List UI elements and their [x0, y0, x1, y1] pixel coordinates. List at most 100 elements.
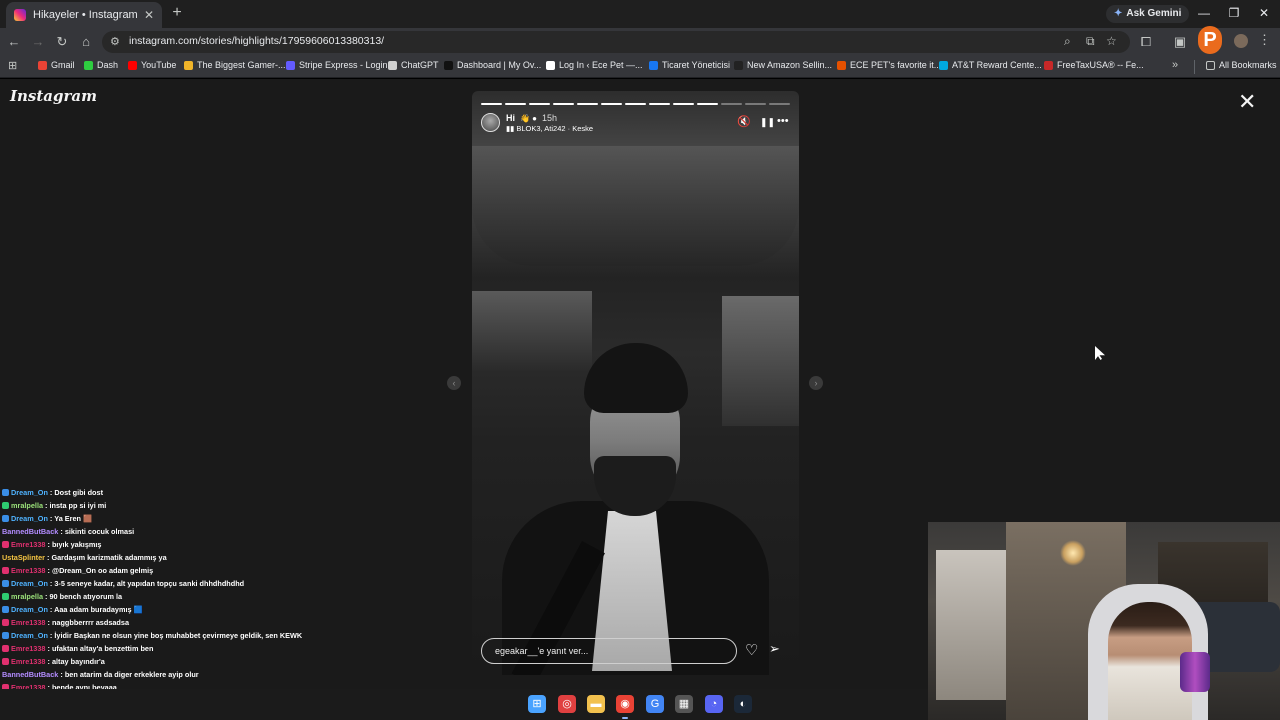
bookmark-item[interactable]: Ticaret Yöneticisi	[649, 60, 730, 70]
file-explorer-icon[interactable]: ▬	[587, 695, 605, 713]
progress-segment	[505, 103, 526, 105]
chat-message: Dream_On: İyidir Başkan ne olsun yine bo…	[2, 629, 422, 642]
app-icon-2[interactable]: ▦	[675, 695, 693, 713]
chat-text: : ben atarim da diger erkeklere ayip olu…	[60, 670, 199, 679]
story-username[interactable]: Hi	[506, 113, 515, 123]
chrome-icon[interactable]: ◉	[616, 695, 634, 719]
chat-text: : Aaa adam buradaymış 🟦	[49, 605, 143, 614]
progress-segment	[577, 103, 598, 105]
reload-icon[interactable]: ↻	[52, 32, 72, 52]
bookmark-item[interactable]: Dash	[84, 60, 118, 70]
discord-icon[interactable]: ◔	[705, 695, 723, 713]
bookmark-item[interactable]: Stripe Express - Login	[286, 60, 388, 70]
story-timestamp: 15h	[542, 113, 558, 123]
chat-username: Dream_On	[11, 605, 48, 614]
more-bookmarks-icon[interactable]: »	[1172, 59, 1178, 71]
like-heart-icon[interactable]: ♡	[745, 641, 758, 659]
bookmark-item[interactable]: The Biggest Gamer-...	[184, 60, 286, 70]
next-story-button[interactable]: ›	[809, 376, 823, 390]
more-options-icon[interactable]: •••	[777, 115, 789, 127]
home-icon[interactable]: ⌂	[76, 32, 96, 52]
bookmark-item[interactable]: Log In ‹ Ece Pet —...	[546, 60, 643, 70]
bookmark-label: Stripe Express - Login	[299, 60, 388, 70]
bookmark-favicon-icon	[734, 60, 743, 70]
chat-badge-icon	[2, 541, 9, 548]
chat-message: Emre1338: ufaktan altay'a benzettim ben	[2, 642, 422, 655]
chat-message: UstaSplinter: Gardaşım karizmatik adammı…	[2, 551, 422, 564]
bookmark-item[interactable]: YouTube	[128, 60, 176, 70]
bookmark-item[interactable]: Dashboard | My Ov...	[444, 60, 541, 70]
chat-username: mralpella	[11, 592, 44, 601]
zoom-icon[interactable]: ⌕	[1064, 34, 1071, 49]
minimize-button[interactable]: —	[1194, 4, 1214, 22]
bookmark-star-icon[interactable]: ☆	[1106, 34, 1117, 48]
story-user-avatar[interactable]	[481, 113, 500, 132]
bookmark-item[interactable]: FreeTaxUSA® -- Fe...	[1044, 60, 1144, 70]
maximize-button[interactable]: ❐	[1224, 4, 1244, 22]
bookmark-favicon-icon	[286, 60, 295, 70]
bookmark-item[interactable]: Gmail	[38, 60, 75, 70]
story-reply-input[interactable]: egeakar__'e yanıt ver...	[481, 638, 737, 664]
bookmark-label: Dash	[97, 60, 119, 70]
apps-grid-icon[interactable]: ⊞	[8, 59, 17, 72]
bookmark-item[interactable]: New Amazon Sellin...	[734, 60, 832, 70]
tab-instagram[interactable]: Hikayeler • Instagram ✕	[6, 2, 162, 28]
ask-gemini-button[interactable]: ✦ Ask Gemini	[1106, 5, 1190, 23]
steam-icon[interactable]: ◐	[734, 695, 752, 713]
chat-username: Emre1338	[11, 618, 46, 627]
chat-username: Dream_On	[11, 488, 48, 497]
story-music-label[interactable]: ▮▮ BLOK3, Ati242 · Keske	[506, 124, 593, 133]
chat-text: : 3-5 seneye kadar, alt yapıdan topçu sa…	[49, 579, 245, 588]
chat-badge-icon	[2, 515, 9, 522]
all-bookmarks-button[interactable]: All Bookmarks	[1206, 60, 1277, 70]
mouse-cursor-icon	[1095, 346, 1105, 360]
person-hair	[584, 343, 688, 413]
folder-icon	[1206, 60, 1215, 70]
window-close-button[interactable]: ✕	[1254, 4, 1274, 22]
browser-toolbar: ← → ↻ ⌂ ⚙ instagram.com/stories/highligh…	[0, 28, 1280, 56]
bookmark-favicon-icon	[444, 60, 453, 70]
profile-avatar[interactable]	[1234, 34, 1248, 48]
bookmark-label: YouTube	[141, 60, 177, 70]
previous-story-button[interactable]: ‹	[447, 376, 461, 390]
share-send-icon[interactable]: ➢	[769, 641, 780, 657]
chat-badge-icon	[2, 606, 9, 613]
forward-icon[interactable]: →	[28, 32, 48, 52]
address-bar[interactable]: ⚙ instagram.com/stories/highlights/17959…	[102, 31, 1130, 53]
tab-bar: Hikayeler • Instagram ✕ + ✦ Ask Gemini — …	[0, 0, 1280, 28]
mute-icon[interactable]: 🔇	[737, 115, 751, 128]
new-tab-button[interactable]: +	[168, 4, 186, 22]
close-stories-button[interactable]: ✕	[1238, 91, 1256, 113]
chat-badge-icon	[2, 567, 9, 574]
chat-text: : naggbberrrr asdsadsa	[47, 618, 130, 627]
extensions-icon[interactable]: ⧠	[1136, 32, 1156, 52]
windows-start-icon[interactable]: ⊞	[528, 695, 546, 713]
windows-taskbar: ⊞ ◎ ▬ ◉ G ▦ ◔ ◐	[0, 689, 928, 720]
microphone	[1180, 652, 1210, 692]
bookmark-item[interactable]: AT&T Reward Cente...	[939, 60, 1042, 70]
chat-message: Emre1338: altay bayındır'a	[2, 655, 422, 668]
progress-segment	[481, 103, 502, 105]
stream-chat-overlay: Dream_On: Dost gibi dost mralpella: insta…	[2, 486, 422, 720]
instagram-logo[interactable]: Instagram	[10, 87, 97, 105]
google-icon[interactable]: G	[646, 695, 664, 713]
ask-gemini-label: Ask Gemini	[1126, 8, 1182, 19]
story-viewer[interactable]: Hi 👋 ● 15h ▮▮ BLOK3, Ati242 · Keske 🔇 ❚❚…	[472, 91, 799, 675]
app-icon[interactable]: ◎	[558, 695, 576, 713]
profile-extension-icon[interactable]: P	[1198, 26, 1222, 54]
pause-icon[interactable]: ❚❚	[760, 117, 775, 128]
back-icon[interactable]: ←	[4, 32, 24, 52]
bookmark-item[interactable]: ECE PET's favorite it...	[837, 60, 941, 70]
bookmark-favicon-icon	[1044, 60, 1053, 70]
webcam-door	[936, 550, 1006, 700]
bookmark-item[interactable]: ChatGPT	[388, 60, 439, 70]
bookmark-favicon-icon	[546, 60, 555, 70]
progress-segment	[673, 103, 694, 105]
tab-close-icon[interactable]: ✕	[144, 8, 154, 22]
site-info-icon[interactable]: ⚙	[110, 35, 120, 48]
install-app-icon[interactable]: ⧉	[1086, 34, 1095, 49]
side-panel-icon[interactable]: ▣	[1170, 32, 1190, 52]
chat-message: Emre1338: naggbberrrr asdsadsa	[2, 616, 422, 629]
browser-menu-icon[interactable]: ⋮	[1258, 32, 1271, 48]
music-bars-icon: ▮▮	[506, 124, 517, 133]
